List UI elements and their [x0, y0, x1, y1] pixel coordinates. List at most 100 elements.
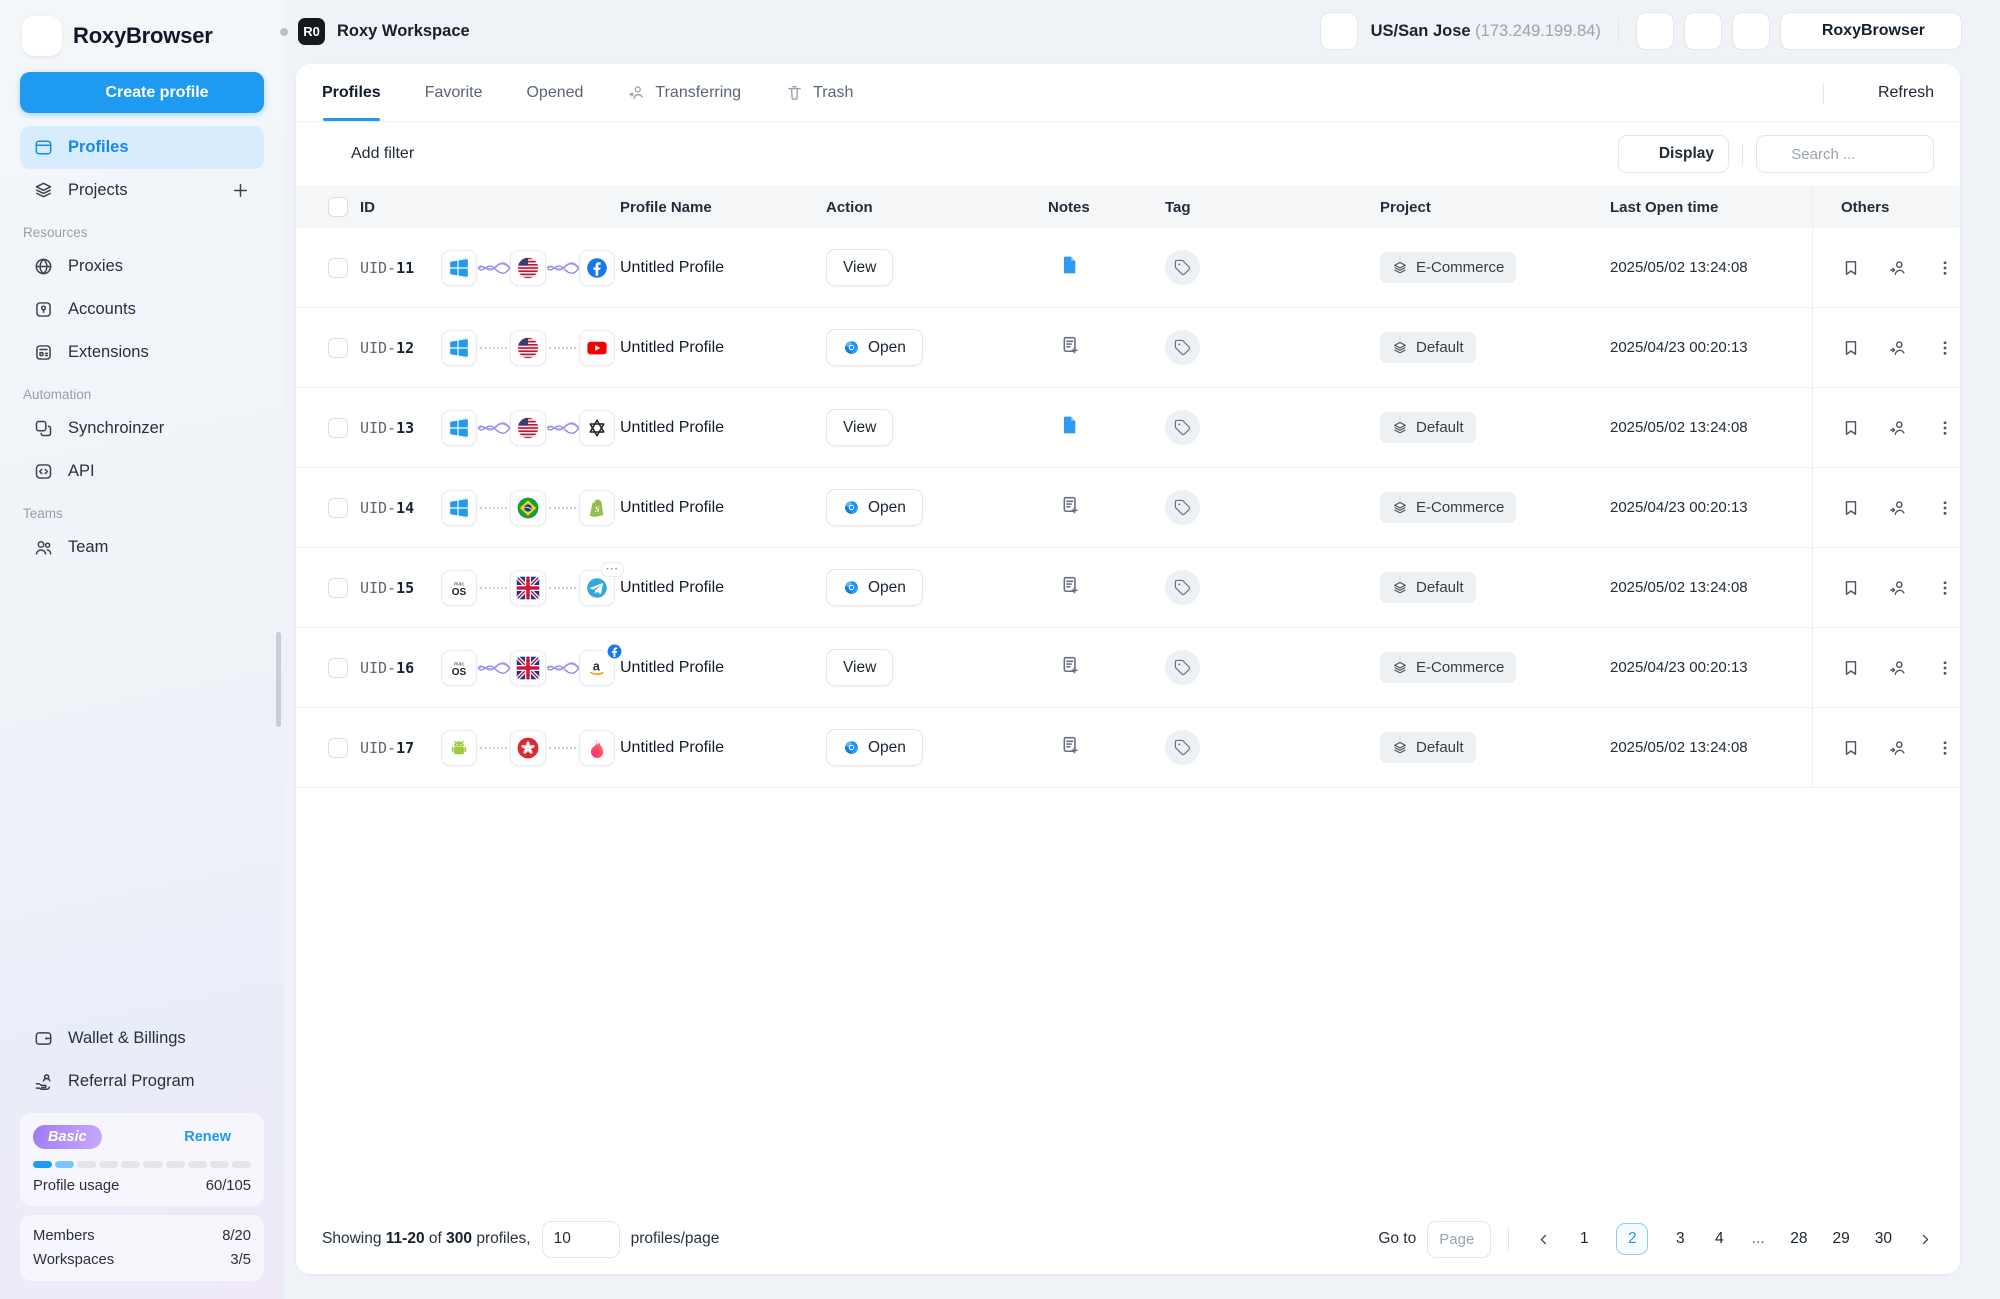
prev-page-icon[interactable] [1535, 1231, 1552, 1248]
transfer-icon[interactable] [1888, 338, 1908, 358]
kebab-menu-icon[interactable] [1935, 258, 1955, 278]
sidebar-item-projects[interactable]: Projects [20, 169, 264, 212]
search-input[interactable] [1791, 146, 1922, 163]
bookmark-icon[interactable] [1841, 258, 1861, 278]
tag-chip-button[interactable] [1165, 650, 1200, 685]
transfer-icon[interactable] [1888, 498, 1908, 518]
kebab-menu-icon[interactable] [1935, 498, 1955, 518]
eye-off-icon[interactable] [1099, 198, 1118, 217]
tag-chip-button[interactable] [1165, 250, 1200, 285]
page-number-4[interactable]: 4 [1712, 1230, 1726, 1248]
display-button[interactable]: Display [1618, 135, 1729, 173]
note-filled-icon[interactable] [1059, 254, 1081, 276]
add-filter-button[interactable]: Add filter [322, 145, 414, 164]
sidebar-item-referral[interactable]: Referral Program [20, 1060, 264, 1103]
open-button[interactable]: Open [826, 489, 923, 526]
bookmark-icon[interactable] [1841, 578, 1861, 598]
page-number-2[interactable]: 2 [1616, 1223, 1648, 1255]
mail-icon [1693, 21, 1713, 41]
bookmark-icon[interactable] [1841, 658, 1861, 678]
row-checkbox[interactable] [328, 658, 348, 678]
kebab-menu-icon[interactable] [1935, 418, 1955, 438]
sidebar-collapse-handle[interactable] [280, 28, 288, 36]
open-button[interactable]: Open [826, 729, 923, 766]
page-number-3[interactable]: 3 [1673, 1230, 1687, 1248]
tag-manage-icon[interactable] [1775, 82, 1797, 104]
tab-favorite[interactable]: Favorite [425, 64, 483, 121]
renew-link[interactable]: Renew [184, 1129, 251, 1145]
tag-chip-button[interactable] [1165, 490, 1200, 525]
page-size-select[interactable]: 10 [542, 1221, 620, 1258]
tab-trash[interactable]: Trash [785, 64, 853, 121]
kebab-menu-icon[interactable] [1935, 658, 1955, 678]
goto-page-input[interactable] [1427, 1221, 1491, 1258]
tab-opened[interactable]: Opened [526, 64, 583, 121]
refresh-button[interactable]: Refresh [1850, 83, 1934, 102]
tag-chip-button[interactable] [1165, 410, 1200, 445]
account-menu-button[interactable]: RoxyBrowser [1780, 12, 1962, 50]
sidebar-item-accounts[interactable]: Accounts [20, 288, 264, 331]
row-checkbox[interactable] [328, 338, 348, 358]
tag-chip-button[interactable] [1165, 330, 1200, 365]
bookmark-icon[interactable] [1841, 738, 1861, 758]
kebab-menu-icon[interactable] [1935, 338, 1955, 358]
note-add-icon[interactable] [1059, 734, 1081, 756]
transfer-icon[interactable] [1888, 738, 1908, 758]
chevron-right-icon[interactable] [480, 24, 495, 39]
sidebar-item-extensions[interactable]: Extensions [20, 331, 264, 374]
page-number-30[interactable]: 30 [1875, 1230, 1892, 1248]
view-button[interactable]: View [826, 249, 893, 286]
view-button[interactable]: View [826, 409, 893, 446]
page-number-28[interactable]: 28 [1790, 1230, 1807, 1248]
kebab-menu-icon[interactable] [1935, 578, 1955, 598]
mail-button[interactable] [1684, 12, 1722, 50]
tab-profiles[interactable]: Profiles [322, 64, 381, 121]
workspace-name[interactable]: Roxy Workspace [337, 22, 470, 41]
tab-transferring[interactable]: Transferring [627, 64, 741, 121]
bookmark-icon[interactable] [1841, 498, 1861, 518]
note-filled-icon[interactable] [1059, 414, 1081, 436]
sidebar-item-wallet[interactable]: Wallet & Billings [20, 1017, 264, 1060]
sidebar-item-proxies[interactable]: Proxies [20, 245, 264, 288]
note-add-icon[interactable] [1059, 494, 1081, 516]
note-add-icon[interactable] [1059, 574, 1081, 596]
sort-icon[interactable] [1724, 199, 1736, 216]
page-number-29[interactable]: 29 [1833, 1230, 1850, 1248]
row-checkbox[interactable] [328, 498, 348, 518]
note-add-icon[interactable] [1059, 654, 1081, 676]
transfer-icon[interactable] [1888, 578, 1908, 598]
bookmark-icon[interactable] [1841, 418, 1861, 438]
tag-chip-button[interactable] [1165, 570, 1200, 605]
sidebar-item-synchroinzer[interactable]: Synchroinzer [20, 407, 264, 450]
row-checkbox[interactable] [328, 418, 348, 438]
tag-chip-button[interactable] [1165, 730, 1200, 765]
transfer-icon[interactable] [1888, 258, 1908, 278]
row-checkbox[interactable] [328, 738, 348, 758]
kebab-menu-icon[interactable] [1935, 738, 1955, 758]
select-all-checkbox[interactable] [328, 197, 348, 217]
sort-icon[interactable] [718, 199, 730, 216]
create-profile-button[interactable]: Create profile [20, 72, 264, 113]
open-button[interactable]: Open [826, 569, 923, 606]
sidebar-item-team[interactable]: Team [20, 526, 264, 569]
settings-gear-icon[interactable] [1734, 82, 1756, 104]
sync-button[interactable] [1636, 12, 1674, 50]
page-number-1[interactable]: 1 [1577, 1230, 1591, 1248]
row-checkbox[interactable] [328, 578, 348, 598]
proxy-device-button[interactable] [1320, 12, 1358, 50]
open-button[interactable]: Open [826, 329, 923, 366]
sidebar-item-profiles[interactable]: Profiles [20, 126, 264, 169]
transfer-icon[interactable] [1888, 658, 1908, 678]
sort-icon[interactable] [381, 199, 393, 216]
lock-button[interactable] [1732, 12, 1770, 50]
add-project-icon[interactable] [230, 180, 251, 201]
sidebar-scrollbar[interactable] [276, 632, 281, 727]
row-checkbox[interactable] [328, 258, 348, 278]
users-icon [33, 537, 54, 558]
note-add-icon[interactable] [1059, 334, 1081, 356]
next-page-icon[interactable] [1917, 1231, 1934, 1248]
bookmark-icon[interactable] [1841, 338, 1861, 358]
sidebar-item-api[interactable]: API [20, 450, 264, 493]
transfer-icon[interactable] [1888, 418, 1908, 438]
view-button[interactable]: View [826, 649, 893, 686]
